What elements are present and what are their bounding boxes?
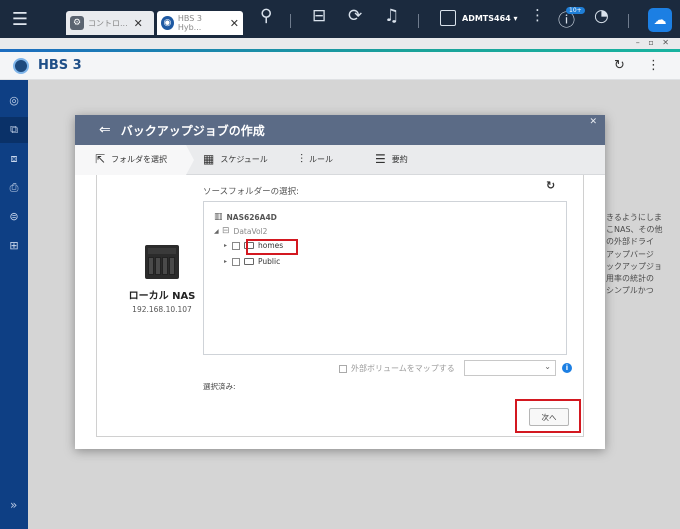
notification-badge: 10+ [566,7,585,14]
next-highlight-box [515,399,581,433]
info-icon[interactable]: i [562,363,572,373]
calendar-icon: ▦ [203,152,215,166]
step-label: 要約 [391,154,408,164]
tab-label: HBS 3 Hyb... [177,14,202,32]
background-description: きるようにしま こNAS、その他 の外部ドライ アップバージ ックアップジョ 用… [606,213,663,296]
tab-hbs3[interactable]: ◉ HBS 3 Hyb... ✕ [157,11,243,35]
homes-highlight-box [246,239,298,255]
step-schedule: ▦ スケジュール [203,152,268,166]
app-title: HBS 3 [38,58,82,73]
hbs-app-icon: ◉ [161,16,174,30]
search-icon[interactable]: ⚲ [260,6,272,26]
gear-icon: ⚙ [70,16,84,30]
sync-icon[interactable]: ⟳ [348,6,362,26]
sync-jobs-icon[interactable]: ⎙ [7,181,21,195]
expand-sidebar-icon[interactable]: » [10,498,17,512]
step-rules: ⫶ ルール [300,152,333,167]
close-tab-icon[interactable]: ✕ [230,17,239,30]
bell-icon[interactable]: ♫ [384,6,399,26]
close-icon[interactable]: ✕ [589,117,597,127]
backup-icon[interactable]: ⧉ [7,123,21,137]
username: ADMTS464 ▾ [462,13,518,23]
document-icon: ☰ [375,152,386,166]
app-header: HBS 3 ↻ ⋮ [0,52,680,80]
wizard-steps: ⇱ フォルダを選択 ▦ スケジュール ⫶ ルール ☰ 要約 [75,145,605,175]
window-controls[interactable]: – ▫ ✕ [636,38,672,47]
folder-icon [244,258,254,265]
nas-icon: ▥ [214,212,223,222]
expand-arrow-icon[interactable]: ▸ [224,242,232,249]
tree-root: ▥ NAS626A4D [214,212,277,222]
dialog-header: ⇐ バックアップジョブの作成 ✕ [75,115,605,145]
tree-root-label: NAS626A4D [226,212,277,222]
step-summary: ☰ 要約 [375,152,408,166]
main-menu-icon[interactable]: ☰ [0,0,40,38]
volume-icon: ⊟ [222,226,230,236]
tree-folder-public[interactable]: ▸ Public [224,257,280,266]
more-options-icon[interactable]: ⋮ [647,58,660,73]
sliders-icon: ⫶ [300,152,304,166]
nas-device-icon [145,245,179,279]
step-label: フォルダを選択 [111,154,168,164]
map-external-volume[interactable]: 外部ボリュームをマップする [339,363,455,374]
restore-icon[interactable]: ⧈ [7,152,21,166]
create-backup-job-dialog: ⇐ バックアップジョブの作成 ✕ ⇱ フォルダを選択 ▦ スケジュール ⫶ ルー… [75,115,605,449]
chevron-down-icon: ⌄ [544,362,551,371]
cloud-icon[interactable]: ☁ [648,8,672,32]
source-folder-label: ソースフォルダーの選択: [203,187,299,197]
user-menu[interactable]: ADMTS464 ▾ [440,10,518,26]
divider [628,14,629,28]
folder-tree: ▥ NAS626A4D ◢ ⊟ DataVol2 ▸ homes ▸ Publi… [203,201,567,355]
divider [418,14,419,28]
refresh-icon[interactable]: ↻ [614,58,625,73]
folder-select-icon: ⇱ [95,152,106,166]
file-stack-icon[interactable]: ⊟ [312,6,326,26]
tab-label: コントロ... [88,18,128,28]
close-tab-icon[interactable]: ✕ [134,17,143,30]
folder-label: Public [258,257,281,266]
expand-arrow-icon[interactable]: ▸ [224,258,232,265]
selected-label: 選択済み: [203,382,236,391]
tree-volume-label: DataVol2 [233,226,268,236]
map-external-checkbox[interactable] [339,364,347,373]
divider [290,14,291,28]
refresh-icon[interactable]: ↻ [546,179,555,192]
device-ip: 192.168.10.107 [132,305,192,314]
services-icon[interactable]: ⊞ [7,239,21,253]
user-icon [440,10,456,26]
sidebar: ◎ ⧉ ⧈ ⎙ ⊜ ⊞ [0,80,28,529]
tab-control-panel[interactable]: ⚙ コントロ... ✕ [66,11,154,35]
step-chevron [186,145,194,175]
step-label: ルール [309,155,334,164]
overview-gauge-icon[interactable]: ◎ [7,94,21,108]
more-vertical-icon[interactable]: ⋮ [530,6,545,24]
dialog-content: ローカル NAS 192.168.10.107 ソースフォルダーの選択: ↻ ▥… [96,175,584,437]
dialog-title: バックアップジョブの作成 [120,123,265,138]
dashboard-gauge-icon[interactable]: ◔ [594,6,609,26]
hbs-logo-icon [13,57,29,74]
folder-checkbox[interactable] [232,241,240,250]
device-name: ローカル NAS [128,291,196,302]
source-device: ローカル NAS 192.168.10.107 [127,245,197,314]
storage-icon[interactable]: ⊜ [7,210,21,224]
backup-job-icon: ⇐ [99,122,111,138]
collapse-arrow-icon[interactable]: ◢ [214,228,222,235]
tree-volume[interactable]: ◢ ⊟ DataVol2 [214,226,267,236]
folder-checkbox[interactable] [232,257,240,266]
external-volume-select[interactable]: ⌄ [464,360,556,376]
step-label: スケジュール [220,154,268,164]
step-select-folder: ⇱ フォルダを選択 [95,152,167,166]
map-external-label: 外部ボリュームをマップする [351,364,455,373]
